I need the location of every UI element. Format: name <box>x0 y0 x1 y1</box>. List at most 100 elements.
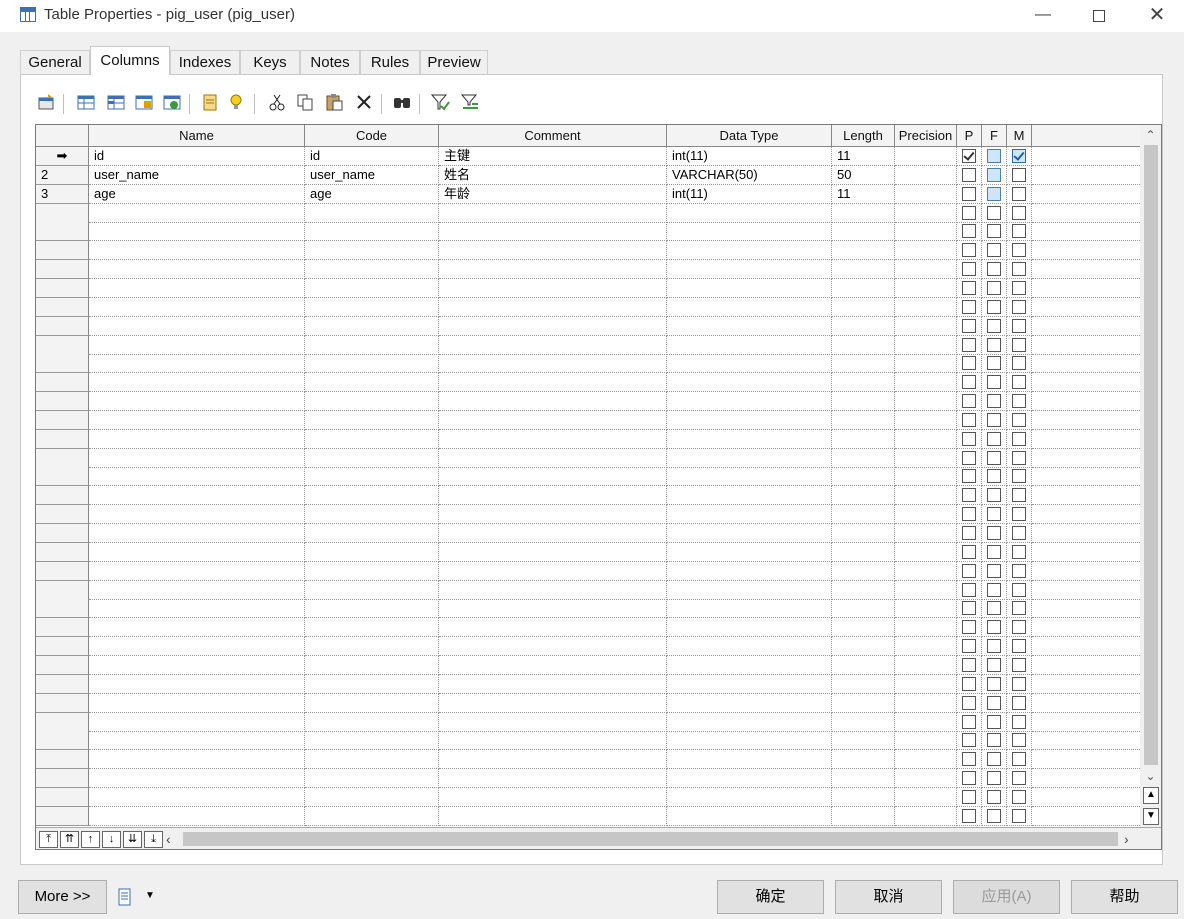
cell-comment[interactable] <box>439 731 667 751</box>
cut-icon[interactable] <box>267 92 287 114</box>
move-page-up-icon[interactable]: ⇈ <box>60 831 79 848</box>
cell-precision[interactable] <box>895 241 957 261</box>
cell-length[interactable] <box>832 316 895 336</box>
checkbox-p[interactable] <box>962 563 976 578</box>
row-header[interactable] <box>36 222 89 242</box>
row-header[interactable] <box>36 448 89 468</box>
cell-precision[interactable] <box>895 203 957 223</box>
checkbox-p[interactable] <box>962 752 976 767</box>
checkbox-f[interactable] <box>987 356 1001 371</box>
checkbox-f[interactable] <box>987 657 1001 672</box>
cell-name[interactable]: user_name <box>89 165 305 185</box>
row-header[interactable] <box>36 580 89 600</box>
tab-keys[interactable]: Keys <box>240 50 300 74</box>
checkbox-f[interactable] <box>987 488 1001 503</box>
checkbox-m[interactable] <box>1012 412 1026 427</box>
cell-length[interactable] <box>832 297 895 317</box>
move-down-icon[interactable]: ↓ <box>102 831 121 848</box>
cell-code[interactable] <box>305 712 439 732</box>
cell-length[interactable] <box>832 410 895 430</box>
cell-data-type[interactable] <box>667 693 832 713</box>
paste-icon[interactable] <box>324 92 344 114</box>
checkbox-p[interactable] <box>962 356 976 371</box>
cell-precision[interactable] <box>895 580 957 600</box>
cell-name[interactable] <box>89 580 305 600</box>
row-header[interactable] <box>36 637 89 657</box>
minimize-button[interactable]: — <box>1020 0 1066 32</box>
checkbox-m[interactable] <box>1012 657 1026 672</box>
cell-name[interactable] <box>89 637 305 657</box>
cell-name[interactable] <box>89 693 305 713</box>
cell-name[interactable] <box>89 655 305 675</box>
cell-length[interactable] <box>832 750 895 770</box>
cell-name[interactable] <box>89 561 305 581</box>
cell-name[interactable] <box>89 429 305 449</box>
reuse-columns-icon[interactable] <box>162 92 182 114</box>
checkbox-f[interactable] <box>987 262 1001 277</box>
cell-comment[interactable] <box>439 787 667 807</box>
checkbox-f[interactable] <box>987 469 1001 484</box>
cell-data-type[interactable] <box>667 505 832 525</box>
cell-code[interactable] <box>305 637 439 657</box>
customize-columns-icon[interactable] <box>460 92 480 114</box>
checkbox-f[interactable] <box>987 563 1001 578</box>
row-header[interactable] <box>36 693 89 713</box>
cell-precision[interactable] <box>895 750 957 770</box>
cell-length[interactable] <box>832 637 895 657</box>
cell-code[interactable] <box>305 486 439 506</box>
checkbox-p[interactable] <box>962 280 976 295</box>
row-header[interactable]: ➡ <box>36 147 89 166</box>
cell-code[interactable] <box>305 505 439 525</box>
scroll-top-icon[interactable]: ▲ <box>1143 787 1159 804</box>
checkbox-m[interactable] <box>1012 167 1026 182</box>
cell-code[interactable] <box>305 806 439 826</box>
cell-comment[interactable] <box>439 750 667 770</box>
cell-code[interactable] <box>305 674 439 694</box>
cell-code[interactable] <box>305 731 439 751</box>
checkbox-f[interactable] <box>987 582 1001 597</box>
checkbox-m[interactable] <box>1012 488 1026 503</box>
print-icon[interactable] <box>116 887 136 907</box>
cell-data-type[interactable] <box>667 335 832 355</box>
cell-length[interactable] <box>832 467 895 487</box>
cell-data-type[interactable] <box>667 618 832 638</box>
cell-code[interactable] <box>305 429 439 449</box>
cell-code[interactable] <box>305 241 439 261</box>
cell-code[interactable] <box>305 655 439 675</box>
checkbox-p[interactable] <box>962 167 976 182</box>
checkbox-f[interactable] <box>987 318 1001 333</box>
cell-comment[interactable] <box>439 448 667 468</box>
scroll-down-arrow[interactable]: ⌄ <box>1140 767 1161 785</box>
cell-precision[interactable] <box>895 410 957 430</box>
checkbox-p[interactable] <box>962 620 976 635</box>
checkbox-p[interactable] <box>962 243 976 258</box>
cell-comment[interactable] <box>439 429 667 449</box>
cell-precision[interactable] <box>895 731 957 751</box>
cell-name[interactable] <box>89 354 305 374</box>
cell-comment[interactable]: 年龄 <box>439 184 667 204</box>
cell-length[interactable] <box>832 505 895 525</box>
checkbox-p[interactable] <box>962 526 976 540</box>
cell-code[interactable] <box>305 335 439 355</box>
cell-name[interactable] <box>89 335 305 355</box>
checkbox-p[interactable] <box>962 337 976 352</box>
tab-notes[interactable]: Notes <box>300 50 360 74</box>
checkbox-m[interactable] <box>1012 186 1026 201</box>
cell-precision[interactable] <box>895 392 957 412</box>
cancel-button[interactable]: 取消 <box>835 880 942 914</box>
cell-comment[interactable] <box>439 335 667 355</box>
checkbox-p[interactable] <box>962 733 976 748</box>
checkbox-p[interactable] <box>962 676 976 691</box>
tab-columns[interactable]: Columns <box>90 46 170 75</box>
tab-indexes[interactable]: Indexes <box>170 50 240 74</box>
checkbox-p[interactable] <box>962 507 976 522</box>
tab-rules[interactable]: Rules <box>360 50 420 74</box>
checkbox-f[interactable] <box>987 205 1001 220</box>
cell-data-type[interactable] <box>667 222 832 242</box>
cell-precision[interactable] <box>895 429 957 449</box>
cell-code[interactable] <box>305 599 439 619</box>
cell-precision[interactable] <box>895 184 957 204</box>
cell-data-type[interactable] <box>667 392 832 412</box>
more-button[interactable]: More >> <box>18 880 107 914</box>
cell-length[interactable]: 50 <box>832 165 895 185</box>
